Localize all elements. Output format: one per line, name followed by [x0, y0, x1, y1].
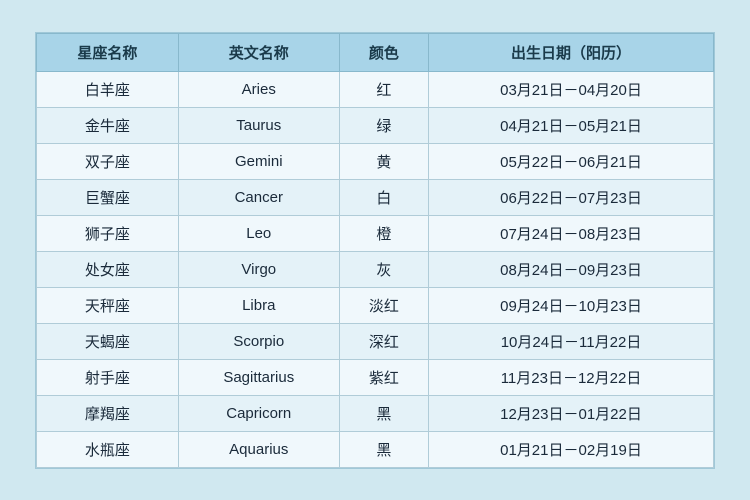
cell-english-name: Sagittarius	[178, 359, 339, 395]
cell-english-name: Capricorn	[178, 395, 339, 431]
header-color: 颜色	[339, 33, 428, 71]
cell-color: 淡红	[339, 287, 428, 323]
table-row: 天蝎座Scorpio深红10月24日－11月22日	[37, 323, 714, 359]
cell-color: 灰	[339, 251, 428, 287]
cell-date: 05月22日－06月21日	[429, 143, 714, 179]
cell-chinese-name: 双子座	[37, 143, 179, 179]
cell-color: 黄	[339, 143, 428, 179]
cell-chinese-name: 白羊座	[37, 71, 179, 107]
cell-chinese-name: 天蝎座	[37, 323, 179, 359]
zodiac-table-container: 星座名称 英文名称 颜色 出生日期（阳历） 白羊座Aries红03月21日－04…	[35, 32, 715, 469]
cell-english-name: Leo	[178, 215, 339, 251]
table-row: 白羊座Aries红03月21日－04月20日	[37, 71, 714, 107]
cell-english-name: Aries	[178, 71, 339, 107]
cell-english-name: Aquarius	[178, 431, 339, 467]
table-body: 白羊座Aries红03月21日－04月20日金牛座Taurus绿04月21日－0…	[37, 71, 714, 467]
table-row: 狮子座Leo橙07月24日－08月23日	[37, 215, 714, 251]
cell-chinese-name: 摩羯座	[37, 395, 179, 431]
cell-color: 深红	[339, 323, 428, 359]
cell-date: 06月22日－07月23日	[429, 179, 714, 215]
cell-chinese-name: 水瓶座	[37, 431, 179, 467]
zodiac-table: 星座名称 英文名称 颜色 出生日期（阳历） 白羊座Aries红03月21日－04…	[36, 33, 714, 468]
table-header-row: 星座名称 英文名称 颜色 出生日期（阳历）	[37, 33, 714, 71]
cell-color: 黑	[339, 431, 428, 467]
cell-english-name: Taurus	[178, 107, 339, 143]
cell-chinese-name: 处女座	[37, 251, 179, 287]
cell-date: 04月21日－05月21日	[429, 107, 714, 143]
cell-date: 08月24日－09月23日	[429, 251, 714, 287]
table-row: 处女座Virgo灰08月24日－09月23日	[37, 251, 714, 287]
cell-chinese-name: 狮子座	[37, 215, 179, 251]
cell-color: 紫红	[339, 359, 428, 395]
cell-chinese-name: 金牛座	[37, 107, 179, 143]
cell-color: 红	[339, 71, 428, 107]
cell-color: 橙	[339, 215, 428, 251]
header-date: 出生日期（阳历）	[429, 33, 714, 71]
table-row: 双子座Gemini黄05月22日－06月21日	[37, 143, 714, 179]
cell-color: 绿	[339, 107, 428, 143]
cell-date: 11月23日－12月22日	[429, 359, 714, 395]
cell-english-name: Cancer	[178, 179, 339, 215]
cell-chinese-name: 天秤座	[37, 287, 179, 323]
cell-date: 12月23日－01月22日	[429, 395, 714, 431]
cell-english-name: Gemini	[178, 143, 339, 179]
cell-date: 07月24日－08月23日	[429, 215, 714, 251]
cell-color: 黑	[339, 395, 428, 431]
cell-english-name: Libra	[178, 287, 339, 323]
table-row: 摩羯座Capricorn黑12月23日－01月22日	[37, 395, 714, 431]
table-row: 金牛座Taurus绿04月21日－05月21日	[37, 107, 714, 143]
cell-date: 10月24日－11月22日	[429, 323, 714, 359]
header-chinese-name: 星座名称	[37, 33, 179, 71]
table-row: 水瓶座Aquarius黑01月21日－02月19日	[37, 431, 714, 467]
table-row: 天秤座Libra淡红09月24日－10月23日	[37, 287, 714, 323]
cell-chinese-name: 射手座	[37, 359, 179, 395]
table-row: 射手座Sagittarius紫红11月23日－12月22日	[37, 359, 714, 395]
table-row: 巨蟹座Cancer白06月22日－07月23日	[37, 179, 714, 215]
header-english-name: 英文名称	[178, 33, 339, 71]
cell-chinese-name: 巨蟹座	[37, 179, 179, 215]
cell-english-name: Virgo	[178, 251, 339, 287]
cell-date: 03月21日－04月20日	[429, 71, 714, 107]
cell-date: 09月24日－10月23日	[429, 287, 714, 323]
cell-english-name: Scorpio	[178, 323, 339, 359]
cell-color: 白	[339, 179, 428, 215]
cell-date: 01月21日－02月19日	[429, 431, 714, 467]
